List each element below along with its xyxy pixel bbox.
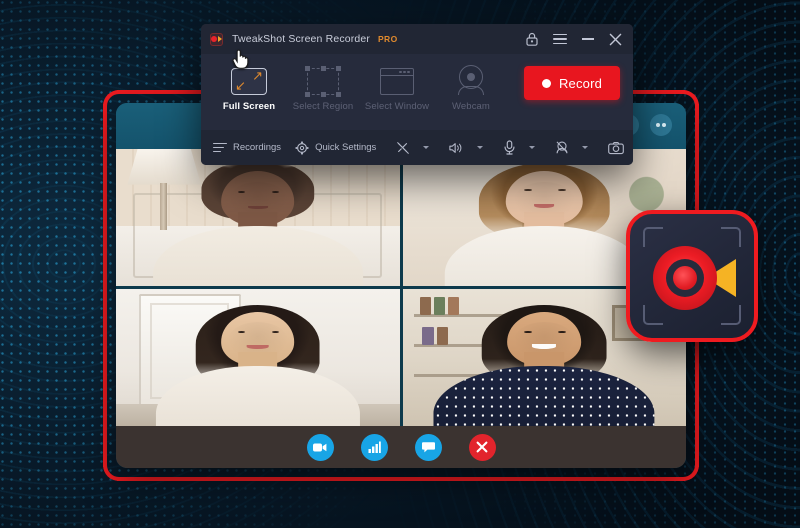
logo-record-lens-icon [653,246,717,310]
close-icon [609,33,622,45]
select-region-icon [305,61,341,97]
webcam-overlay-button[interactable] [555,140,589,155]
capture-mode-row: ↗ ↙ Full Screen Select Region Select Win… [201,54,633,130]
microphone-icon [504,140,515,155]
annotation-off-icon [397,141,410,154]
recordings-button[interactable]: Recordings [213,142,281,153]
participant-3-avatar [116,289,400,426]
minimize-icon [582,38,594,40]
close-x-icon [476,441,488,453]
logo-bracket-top-right [721,227,741,247]
mode-select-window-label: Select Window [364,101,430,112]
participant-tile-3[interactable] [116,289,400,426]
mode-webcam[interactable]: Webcam [434,61,508,112]
webcam-overlay-caret-icon[interactable] [582,146,589,149]
participant-1-avatar [116,149,400,286]
screenshot-button[interactable] [608,141,633,155]
menu-button[interactable] [553,33,567,45]
more-options-button[interactable] [650,114,672,136]
toggle-video-button[interactable] [306,433,334,461]
participant-grid [116,149,686,426]
logo-bracket-top-left [643,227,663,247]
mode-select-region-label: Select Region [292,101,354,112]
lock-icon [526,32,538,46]
record-button-label: Record [558,75,603,91]
annotation-tool-button[interactable] [396,141,430,155]
logo-bracket-bottom-left [643,305,663,325]
system-audio-caret-icon[interactable] [477,146,484,149]
pro-badge: PRO [377,34,398,44]
mode-full-screen-label: Full Screen [222,101,276,112]
mode-webcam-label: Webcam [452,101,490,112]
camera-icon [608,141,625,154]
recorder-title-bar: TweakShot Screen Recorder PRO [201,24,633,54]
titlebar-buttons [526,32,622,46]
quick-settings-label: Quick Settings [315,142,377,153]
minimize-button[interactable] [582,38,594,40]
end-call-button[interactable] [468,433,496,461]
chat-bubble-icon [421,442,435,453]
open-chat-button[interactable] [414,433,442,461]
webcam-icon [456,61,486,95]
menu-hamburger-icon [553,33,567,36]
microphone-caret-icon[interactable] [529,146,536,149]
record-dot-icon [541,78,551,88]
participant-tile-1[interactable] [116,149,400,286]
select-window-icon [380,61,414,95]
lock-button[interactable] [526,32,538,46]
recorder-tool-bar: Recordings Quick Settings [201,130,633,165]
more-dots-circle-icon [655,123,667,127]
network-stats-button[interactable] [360,433,388,461]
speaker-icon [449,142,462,153]
mode-select-region[interactable]: Select Region [286,61,360,112]
app-logo-icon [210,32,223,46]
gear-icon [295,140,309,155]
signal-bars-icon [368,441,381,453]
video-camera-icon [313,443,327,451]
quick-settings-button[interactable]: Quick Settings [295,140,377,155]
close-button[interactable] [609,33,622,46]
app-title: TweakShot Screen Recorder [232,33,370,45]
screenshot-root: TweakShot Screen Recorder PRO ↗ ↙ Full S… [0,0,800,528]
system-audio-button[interactable] [449,141,484,155]
conference-control-bar [116,426,686,468]
mode-full-screen[interactable]: ↗ ↙ Full Screen [212,61,286,112]
logo-bracket-bottom-right [721,305,741,325]
tweakshot-recorder-panel: TweakShot Screen Recorder PRO ↗ ↙ Full S… [201,24,633,165]
annotation-caret-icon[interactable] [423,146,430,149]
pointing-hand-cursor [232,49,249,69]
tweakshot-logo-badge [626,210,758,342]
mode-select-window[interactable]: Select Window [360,61,434,112]
record-button[interactable]: Record [524,66,620,100]
webcam-off-icon [556,141,568,154]
microphone-button[interactable] [503,140,536,155]
recordings-list-icon [213,142,227,153]
recordings-label: Recordings [233,142,282,153]
